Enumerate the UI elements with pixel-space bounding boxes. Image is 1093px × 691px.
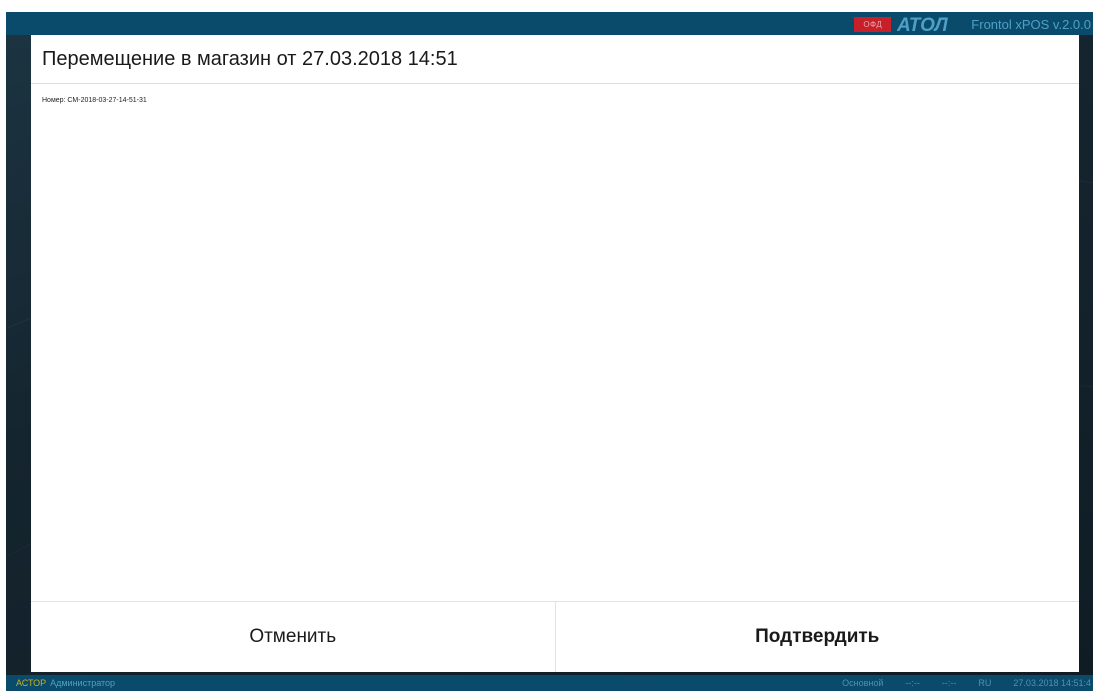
dialog-title: Перемещение в магазин от 27.03.2018 14:5… [42, 47, 458, 70]
status-field-2: --:-- [941, 678, 957, 688]
transfer-dialog: Перемещение в магазин от 27.03.2018 14:5… [31, 35, 1079, 672]
datetime-indicator: 27.03.2018 14:51:4 [1013, 678, 1091, 688]
atol-logo-icon: АТОЛ [897, 14, 961, 34]
language-indicator[interactable]: RU [978, 678, 991, 688]
company-name: АСТОР [16, 678, 47, 688]
dialog-footer: Отменить Подтвердить [31, 601, 1079, 672]
user-name: Администратор [50, 678, 116, 688]
cancel-button[interactable]: Отменить [31, 602, 556, 672]
status-indicators: Основной --:-- --:-- RU 27.03.2018 14:51… [820, 678, 1093, 688]
dialog-header: Перемещение в магазин от 27.03.2018 14:5… [31, 35, 1079, 84]
header-branding: ОФД АТОЛ Frontol xPOS v.2.0.0 [854, 14, 1091, 34]
ofd-status-badge[interactable]: ОФД [854, 16, 892, 32]
app-version: Frontol xPOS v.2.0.0 [971, 16, 1091, 32]
confirm-button[interactable]: Подтвердить [555, 602, 1079, 672]
status-bar: АСТОР Администратор Основной --:-- --:--… [6, 675, 1093, 691]
document-number: Номер: СМ-2018-03-27-14-51-31 [42, 97, 147, 104]
status-field-1: --:-- [905, 678, 920, 688]
mode-indicator: Основной [842, 678, 884, 688]
svg-text:АТОЛ: АТОЛ [897, 15, 949, 34]
